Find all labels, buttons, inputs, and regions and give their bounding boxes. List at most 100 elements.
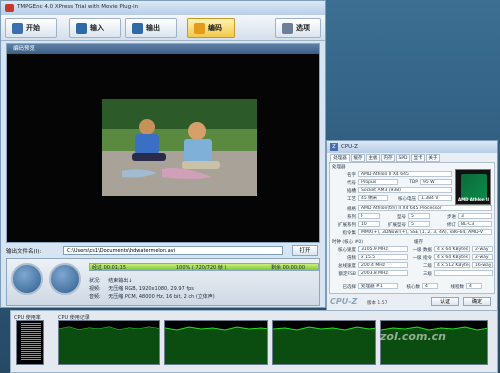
technology-value: 45 纳米 [358,195,388,201]
encode-start-button[interactable] [11,263,43,295]
site-watermark: zol.com.cn [380,330,446,343]
core-speed-value: 3105.9 MHz [358,246,408,252]
cpu-history-graph-1 [58,320,160,365]
toolbar-label: 开始 [26,24,40,32]
bus-speed-label: 总线速度 [338,264,356,269]
encode-settings-button[interactable] [49,263,81,295]
stepping-value: 3 [458,213,492,219]
ext-family-label: 扩展系列 [338,223,356,228]
tab-spd[interactable]: SPD [396,154,410,162]
ok-button[interactable]: 确定 [463,297,491,306]
l1d-label: 一级 数据 [412,248,432,253]
output-filename-label: 输出文件名(I): [6,249,42,255]
elapsed-time: 经过 00:01:15 [92,265,127,271]
family-label: 系列 [347,215,356,220]
l2-way: 16-way [472,262,493,268]
spec-label: 规格 [347,207,356,212]
title-bar[interactable]: TMPGEnc 4.0 XPress Trial with Movie Plug… [1,1,325,15]
codename-label: 代号 [347,181,356,186]
processor-select[interactable]: 处理器 #1 [358,283,398,289]
remaining-time: 剩余 00:00:00 [271,265,306,271]
cores-value: 4 [422,283,438,289]
l1d-value: 4 x 64 KBytes [434,246,470,252]
preview-header: 编码预览 [7,44,319,54]
l1i-way: 2-way [472,254,493,260]
revision-value: BL-C3 [458,221,492,227]
video-info-row: 视频: 无压缩 RGB, 1920x1080, 29.97 fps [89,285,194,292]
rated-fsb-label: 额定FSB [338,272,356,277]
cpu-history-graph-2 [164,320,268,365]
threads-value: 4 [466,283,482,289]
l1i-value: 4 x 64 KBytes [434,254,470,260]
ext-family-value: 10 [358,221,380,227]
amd-logo: AMD Athlon II [455,169,491,205]
spec-value: AMD Athlon(tm) II X4 645 Processor [358,205,492,211]
tab-cache[interactable]: 缓存 [351,154,365,162]
encode-icon [194,22,205,34]
toolbar-label: 编码 [208,24,222,32]
model-label: 型号 [397,215,406,220]
cpuz-title: CPU-Z [341,144,358,150]
rated-fsb-value: 2003.8 MHz [358,270,408,276]
video-preview-image [102,99,257,196]
tab-about[interactable]: 关于 [426,154,440,162]
toolbar-label: 输入 [90,24,104,32]
toolbar-encode-button[interactable]: 编码 [187,18,235,38]
threads-label: 线程数 [450,285,465,290]
l2-value: 4 x 512 KBytes [434,262,470,268]
tab-memory[interactable]: 内存 [381,154,395,162]
tab-mainboard[interactable]: 主板 [366,154,380,162]
home-icon [12,22,23,34]
multiplier-value: x 15.5 [358,254,408,260]
audio-label: 音频: [89,294,101,300]
cpuz-app-icon: Z [330,143,338,151]
selection-label: 已选择 [342,285,357,290]
output-icon [132,22,143,34]
toolbar-label: 选项 [296,24,310,32]
toolbar-output-button[interactable]: 输出 [125,18,177,38]
cpu-history-graph-3 [272,320,376,365]
bus-speed-value: 200.4 MHz [358,262,408,268]
name-value: AMD Athlon II X4 645 [358,171,452,177]
core-speed-label: 核心速度 [338,248,356,253]
validate-button[interactable]: 认证 [431,297,459,306]
video-info: 无压缩 RGB, 1920x1080, 29.97 fps [108,286,194,292]
processor-group-label: 处理器 [332,165,346,170]
tmpgenc-app-icon [5,4,14,12]
toolbar-start-button[interactable]: 开始 [5,18,57,38]
l1d-way: 2-way [472,246,493,252]
status-label: 状况: [89,278,101,284]
cpu-usage-gauge [16,320,44,365]
voltage-value: 1.384 V [418,195,452,201]
cpuz-window: Z CPU-Z 处理器 缓存 主板 内存 SPD 显卡 关于 处理器 名字 AM… [326,140,498,312]
cache-group-label: 缓存 [414,240,423,245]
output-filename-input[interactable]: C:\Users\cs1\Documents\hdwatermelon.avi [63,246,283,255]
tmpgenc-window: TMPGEnc 4.0 XPress Trial with Movie Plug… [0,0,326,308]
toolbar: 开始 输入 输出 编码 选项 [1,15,325,41]
ext-model-label: 扩展型号 [388,223,406,228]
ext-model-value: 5 [408,221,430,227]
cpuz-title-bar[interactable]: Z CPU-Z [327,141,497,153]
input-icon [76,22,87,34]
instructions-label: 指令集 [342,231,357,236]
model-value: 5 [408,213,430,219]
l2-label: 二级 [423,264,432,269]
package-value: Socket AM3 (938) [358,187,452,193]
audio-info-row: 音频: 无压缩 PCM, 48000 Hz, 16 bit, 2 ch (立体声… [89,293,215,300]
toolbar-input-button[interactable]: 输入 [69,18,121,38]
toolbar-label: 输出 [146,24,160,32]
tdp-value: 95 W [420,179,452,185]
audio-info: 无压缩 PCM, 48000 Hz, 16 bit, 2 ch (立体声) [108,294,215,300]
toolbar-options-button[interactable]: 选项 [275,18,321,38]
open-button[interactable]: 打开 [292,245,318,256]
tab-processor[interactable]: 处理器 [330,154,350,162]
multiplier-label: 倍频 [347,256,356,261]
status-row: 状况: 结束输出↓ [89,277,132,284]
tab-graphics[interactable]: 显卡 [411,154,425,162]
progress-percent: 100% ( 720/720 帧 ) [176,265,227,271]
cores-label: 核心数 [406,285,421,290]
video-label: 视频: [89,286,101,292]
voltage-label: 核心电压 [398,197,416,202]
family-value: F [358,213,380,219]
status-value: 结束输出↓ [108,278,133,284]
